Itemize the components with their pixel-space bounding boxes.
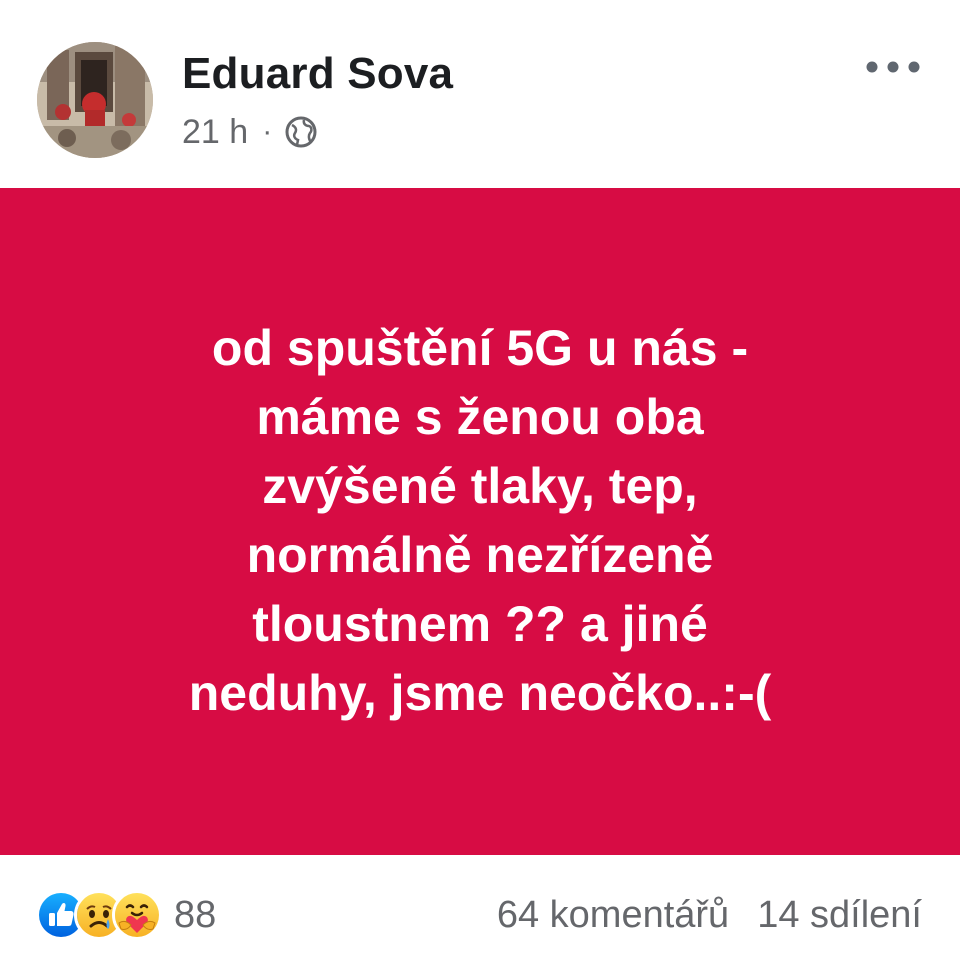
- post-text-line: máme s ženou oba: [256, 389, 704, 445]
- avatar-photo: [37, 42, 153, 158]
- post-text-line: normálně nezřízeně: [246, 527, 714, 583]
- author-name[interactable]: Eduard Sova: [182, 49, 453, 99]
- more-horizontal-icon: [866, 61, 920, 73]
- post-header: Eduard Sova 21 h ·: [0, 0, 960, 188]
- post-text-line: od spuštění 5G u nás -: [211, 320, 749, 376]
- engagement-stats: 64 komentářů 14 sdílení: [497, 892, 922, 938]
- globe-icon[interactable]: [284, 115, 318, 149]
- post-time[interactable]: 21 h: [182, 113, 248, 152]
- post-content-card[interactable]: od spuštění 5G u nás - máme s ženou oba …: [0, 188, 960, 855]
- comments-count[interactable]: 64 komentářů: [497, 894, 729, 937]
- more-options-button[interactable]: [862, 52, 924, 82]
- post-text-line: tloustnem ?? a jiné: [252, 596, 708, 652]
- post-text-line: neduhy, jsme neočko..:-(: [188, 665, 772, 721]
- care-icon: [112, 890, 162, 940]
- avatar[interactable]: [37, 42, 153, 158]
- post-text: od spuštění 5G u nás - máme s ženou oba …: [60, 314, 900, 728]
- reactions-summary[interactable]: 88: [36, 890, 217, 940]
- post-meta: 21 h ·: [182, 112, 318, 152]
- meta-separator: ·: [262, 115, 273, 148]
- post-text-line: zvýšené tlaky, tep,: [262, 458, 698, 514]
- shares-count[interactable]: 14 sdílení: [757, 894, 922, 937]
- reaction-count: 88: [174, 893, 217, 936]
